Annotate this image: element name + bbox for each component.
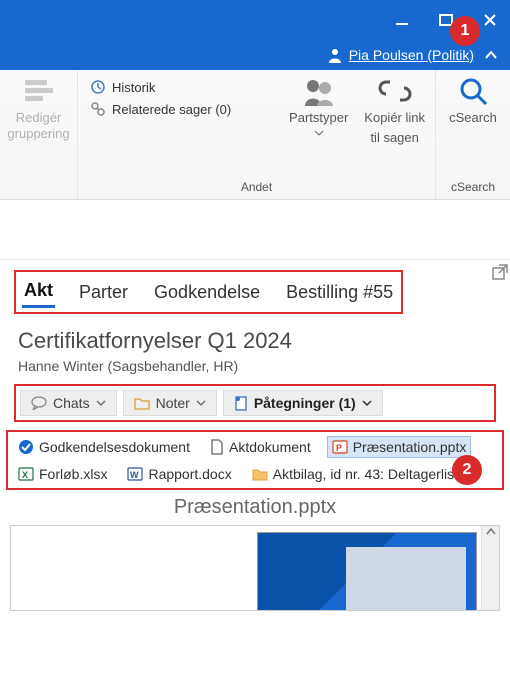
attachment-forlob[interactable]: X Forløb.xlsx xyxy=(14,464,111,484)
chevron-down-icon xyxy=(196,400,206,406)
svg-text:P: P xyxy=(336,443,342,453)
window-titlebar xyxy=(0,0,510,40)
preview-thumbnail xyxy=(257,532,477,611)
attachment-label: Godkendelsesdokument xyxy=(39,439,190,455)
folder-icon xyxy=(134,396,150,410)
attachments-annotation: Godkendelsesdokument Aktdokument P Præse… xyxy=(6,430,504,490)
spacer xyxy=(0,200,510,260)
minimize-button[interactable] xyxy=(390,8,414,32)
user-icon xyxy=(327,47,343,63)
attachments-row: Godkendelsesdokument Aktdokument P Præse… xyxy=(14,436,496,484)
preview-title: Præsentation.pptx xyxy=(0,490,510,525)
csearch-button[interactable]: cSearch xyxy=(449,76,497,126)
attachment-label: Aktbilag, id nr. 43: Deltagerliste xyxy=(273,466,466,482)
edit-grouping-label: Redigér gruppering xyxy=(7,110,69,141)
endorsements-button[interactable]: Påtegninger (1) xyxy=(223,390,383,416)
attachment-presentation[interactable]: P Præsentation.pptx xyxy=(327,436,472,458)
ribbon-group-csearch-label: cSearch xyxy=(451,177,495,197)
document-icon xyxy=(210,439,224,455)
tab-godkendelse[interactable]: Godkendelse xyxy=(152,278,262,307)
parttypes-button[interactable]: Partstyper xyxy=(289,76,348,136)
tabs-box-annotation: Akt Parter Godkendelse Bestilling #55 xyxy=(14,270,403,314)
chevron-down-icon xyxy=(314,130,324,136)
notes-button[interactable]: Noter xyxy=(123,390,217,416)
word-icon: W xyxy=(127,466,143,482)
preview-scrollbar[interactable] xyxy=(481,526,499,610)
copy-link-button[interactable]: Kopiér link til sagen xyxy=(364,76,425,145)
powerpoint-icon: P xyxy=(332,439,348,455)
history-label: Historik xyxy=(112,80,155,95)
callout-2: 2 xyxy=(452,455,482,485)
tab-bestilling[interactable]: Bestilling #55 xyxy=(284,278,395,307)
tabs-area: Akt Parter Godkendelse Bestilling #55 xyxy=(0,260,510,314)
ribbon: Redigér gruppering Historik Relaterede s… xyxy=(0,70,510,200)
ribbon-group-other-label: Andet xyxy=(88,177,425,197)
related-cases-button[interactable]: Relaterede sager (0) xyxy=(88,100,233,118)
user-name: Pia Poulsen (Politik) xyxy=(349,47,474,63)
ribbon-spacer xyxy=(37,177,40,197)
edit-grouping-button: Redigér gruppering xyxy=(7,76,69,141)
toggle-buttons-annotation: Chats Noter Påtegninger (1) xyxy=(14,384,496,422)
close-button[interactable] xyxy=(478,8,502,32)
copy-link-label-2: til sagen xyxy=(370,130,418,146)
attachment-approval-doc[interactable]: Godkendelsesdokument xyxy=(14,437,194,457)
popout-icon[interactable] xyxy=(492,264,508,280)
chats-button[interactable]: Chats xyxy=(20,390,117,416)
scroll-up-icon xyxy=(485,526,497,538)
user-link[interactable]: Pia Poulsen (Politik) xyxy=(327,47,474,63)
attachment-akt-doc[interactable]: Aktdokument xyxy=(206,437,315,457)
chat-icon xyxy=(31,396,47,410)
attachment-label: Forløb.xlsx xyxy=(39,466,107,482)
clock-icon xyxy=(90,79,106,95)
chevron-up-icon[interactable] xyxy=(484,48,498,62)
notes-label: Noter xyxy=(156,395,190,411)
check-circle-icon xyxy=(18,439,34,455)
copy-link-label-1: Kopiér link xyxy=(364,110,425,126)
chats-label: Chats xyxy=(53,395,90,411)
document-subtitle: Hanne Winter (Sagsbehandler, HR) xyxy=(0,356,510,384)
user-bar: Pia Poulsen (Politik) xyxy=(0,40,510,70)
callout-1: 1 xyxy=(450,16,480,46)
related-cases-label: Relaterede sager (0) xyxy=(112,102,231,117)
chevron-down-icon xyxy=(362,400,372,406)
chevron-down-icon xyxy=(96,400,106,406)
parttypes-label: Partstyper xyxy=(289,110,348,126)
attachment-label: Aktdokument xyxy=(229,439,311,455)
svg-text:X: X xyxy=(22,470,28,480)
document-title: Certifikatfornyelser Q1 2024 xyxy=(0,314,510,356)
csearch-button-label: cSearch xyxy=(449,110,497,126)
endorsements-label: Påtegninger (1) xyxy=(254,395,356,411)
attachment-rapport[interactable]: W Rapport.docx xyxy=(123,464,235,484)
link-icon xyxy=(90,101,106,117)
attachment-label: Rapport.docx xyxy=(148,466,231,482)
svg-text:W: W xyxy=(130,470,139,480)
tab-parter[interactable]: Parter xyxy=(77,278,130,307)
history-button[interactable]: Historik xyxy=(88,78,157,96)
attachment-label: Præsentation.pptx xyxy=(353,439,467,455)
excel-icon: X xyxy=(18,466,34,482)
attachment-aktbilag[interactable]: Aktbilag, id nr. 43: Deltagerliste xyxy=(248,464,470,484)
preview-pane xyxy=(10,525,500,611)
note-icon xyxy=(234,395,248,411)
tab-akt[interactable]: Akt xyxy=(22,276,55,308)
folder-icon xyxy=(252,467,268,481)
